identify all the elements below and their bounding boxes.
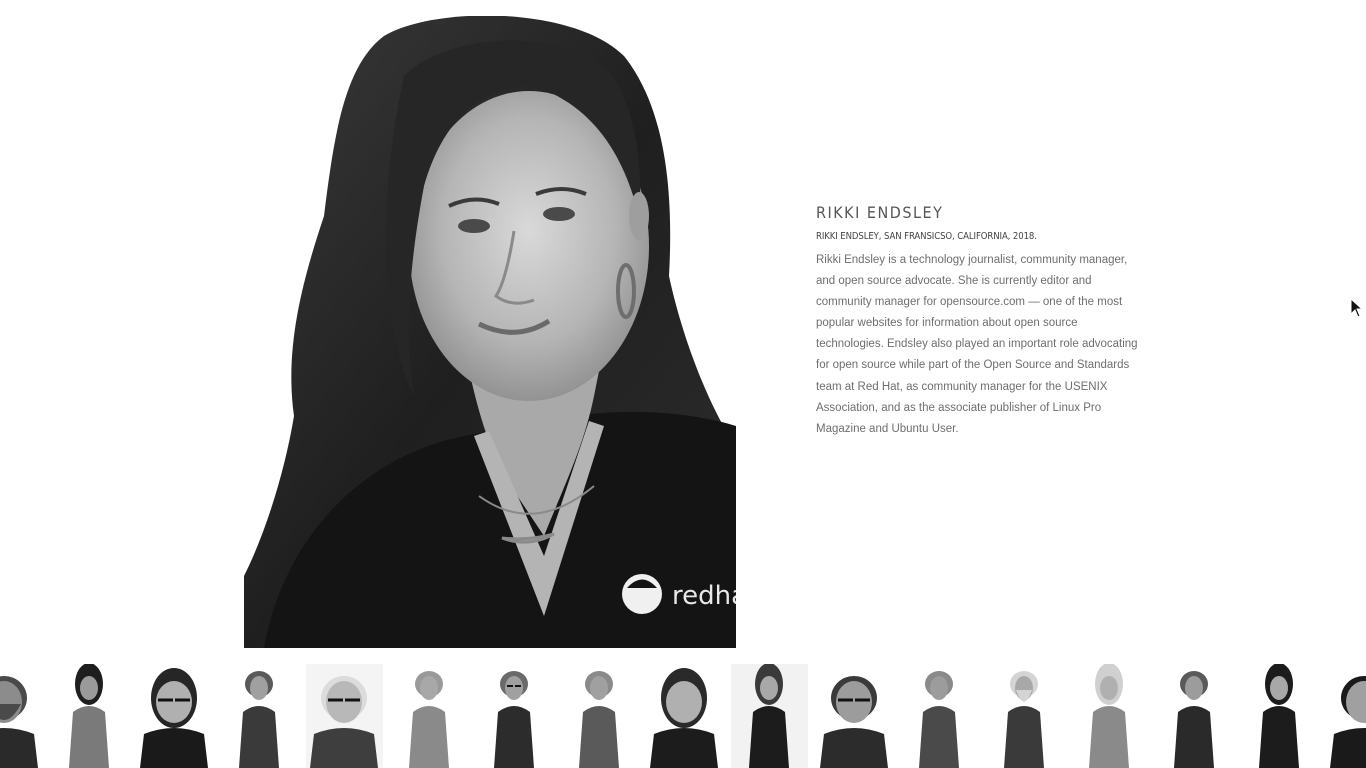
thumbnail-portrait[interactable]	[391, 664, 468, 768]
person-name: RIKKI ENDSLEY	[816, 203, 944, 222]
photo-caption: RIKKI ENDSLEY, SAN FRANSICSO, CALIFORNIA…	[816, 231, 1037, 242]
thumbnail-image	[221, 664, 298, 768]
thumbnail-strip[interactable]	[0, 664, 1366, 768]
thumbnail-portrait[interactable]	[1071, 664, 1148, 768]
thumbnail-portrait[interactable]	[986, 664, 1063, 768]
thumbnail-image	[391, 664, 468, 768]
thumbnail-portrait[interactable]	[561, 664, 638, 768]
thumbnail-portrait[interactable]	[1241, 664, 1318, 768]
portrait-page: redhat RIKKI ENDSLEY RIKKI ENDSLEY, SAN …	[0, 0, 1366, 768]
thumbnail-portrait[interactable]	[476, 664, 553, 768]
thumbnail-portrait[interactable]	[136, 664, 213, 768]
mouse-cursor-icon	[1350, 298, 1362, 318]
thumbnail-image	[816, 664, 893, 768]
thumbnail-image	[731, 664, 808, 768]
thumbnail-portrait[interactable]	[306, 664, 383, 768]
shirt-logo-text: redhat	[672, 581, 736, 611]
thumbnail-portrait[interactable]	[1326, 664, 1366, 768]
thumbnail-image	[561, 664, 638, 768]
thumbnail-portrait[interactable]	[0, 664, 43, 768]
thumbnail-portrait[interactable]	[51, 664, 128, 768]
thumbnail-portrait[interactable]	[816, 664, 893, 768]
thumbnail-image	[0, 664, 43, 768]
thumbnail-image	[1241, 664, 1318, 768]
bio-description: Rikki Endsley is a technology journalist…	[816, 254, 1138, 435]
thumbnail-portrait[interactable]	[731, 664, 808, 768]
thumbnail-image	[136, 664, 213, 768]
thumbnail-image	[1326, 664, 1366, 768]
thumbnail-image	[306, 664, 383, 768]
thumbnail-image	[51, 664, 128, 768]
bio-panel: RIKKI ENDSLEY RIKKI ENDSLEY, SAN FRANSIC…	[816, 203, 1138, 440]
thumbnail-image	[476, 664, 553, 768]
thumbnail-image	[1071, 664, 1148, 768]
thumbnail-portrait[interactable]	[1156, 664, 1233, 768]
thumbnail-image	[1156, 664, 1233, 768]
thumbnail-image	[986, 664, 1063, 768]
thumbnail-portrait[interactable]	[901, 664, 978, 768]
thumbnail-image	[646, 664, 723, 768]
main-portrait-image: redhat	[244, 16, 736, 648]
thumbnail-portrait[interactable]	[221, 664, 298, 768]
thumbnail-image	[901, 664, 978, 768]
thumbnail-portrait[interactable]	[646, 664, 723, 768]
